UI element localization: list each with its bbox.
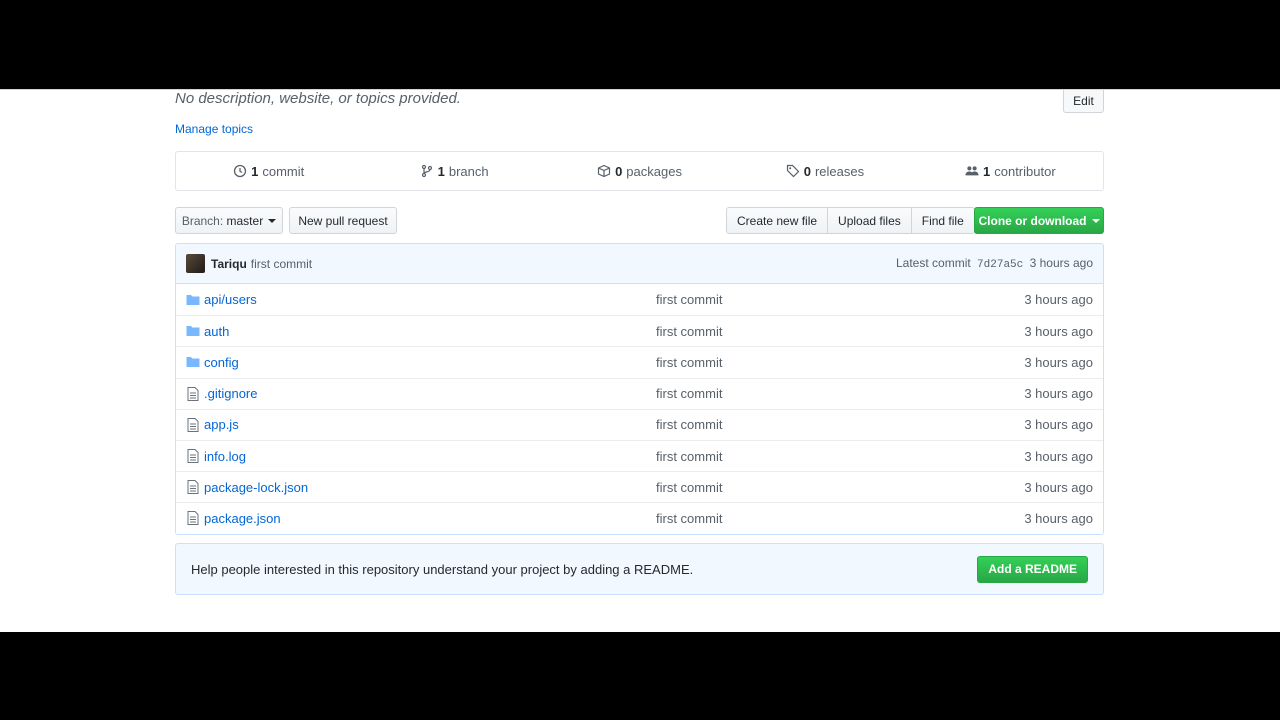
readme-prompt: Help people interested in this repositor… xyxy=(175,543,1104,595)
branch-select-button[interactable]: Branch: master xyxy=(175,207,283,234)
summary-releases-count: 0 xyxy=(803,163,811,179)
file-name-link[interactable]: auth xyxy=(204,324,229,339)
file-toolbar: Branch: master New pull request Create n… xyxy=(175,207,1104,234)
file-list: api/users first commit 3 hours ago auth firs… xyxy=(176,284,1103,534)
summary-branches[interactable]: 1 branch xyxy=(361,164,546,179)
file-commit-message[interactable]: first commit xyxy=(656,511,722,526)
latest-commit-bar: Tariqu first commit Latest commit 7d27a5… xyxy=(176,244,1103,284)
latest-commit-prefix: Latest commit xyxy=(896,256,971,270)
branch-icon xyxy=(421,164,432,178)
summary-contributors-label: contributor xyxy=(994,163,1056,179)
summary-releases[interactable]: 0 releases xyxy=(732,164,917,179)
file-commit-message[interactable]: first commit xyxy=(656,480,722,495)
folder-icon xyxy=(186,357,200,368)
file-icon xyxy=(187,449,199,464)
commit-author[interactable]: Tariqu xyxy=(211,257,247,271)
avatar[interactable] xyxy=(186,254,205,273)
find-file-button[interactable]: Find file xyxy=(911,208,974,233)
file-icon xyxy=(187,480,199,495)
upload-files-button[interactable]: Upload files xyxy=(828,208,912,233)
commit-sha[interactable]: 7d27a5c xyxy=(977,259,1023,271)
latest-commit-info: Latest commit 7d27a5c 3 hours ago xyxy=(896,256,1093,271)
clone-or-download-button[interactable]: Clone or download xyxy=(974,207,1104,234)
file-commit-age: 3 hours ago xyxy=(1024,417,1093,433)
table-row: info.log first commit 3 hours ago xyxy=(176,439,1103,472)
readme-prompt-text: Help people interested in this repositor… xyxy=(191,561,694,577)
file-commit-message[interactable]: first commit xyxy=(656,386,722,401)
summary-commits[interactable]: 1 commit xyxy=(176,164,361,179)
branch-label: Branch: xyxy=(181,213,224,228)
table-row: package-lock.json first commit 3 hours ago xyxy=(176,471,1103,503)
branch-value: master xyxy=(226,213,264,228)
table-row: app.js first commit 3 hours ago xyxy=(176,408,1103,440)
file-commit-age: 3 hours ago xyxy=(1024,354,1093,370)
file-name-link[interactable]: config xyxy=(204,355,239,370)
create-new-file-button[interactable]: Create new file xyxy=(727,208,829,233)
folder-icon xyxy=(186,294,200,305)
file-commit-age: 3 hours ago xyxy=(1024,510,1093,526)
file-commit-message[interactable]: first commit xyxy=(656,324,722,339)
table-row: auth first commit 3 hours ago xyxy=(176,315,1103,347)
file-icon xyxy=(187,511,199,526)
summary-branches-count: 1 xyxy=(437,163,445,179)
add-readme-button[interactable]: Add a README xyxy=(977,555,1088,583)
file-commit-age: 3 hours ago xyxy=(1024,386,1093,402)
file-commit-age: 3 hours ago xyxy=(1024,323,1093,339)
file-name-link[interactable]: package-lock.json xyxy=(204,480,308,495)
file-icon xyxy=(187,417,199,432)
file-commit-age: 3 hours ago xyxy=(1024,292,1093,308)
file-commit-message[interactable]: first commit xyxy=(656,355,722,370)
file-actions-group: Create new file Upload files Find file xyxy=(726,207,975,234)
history-icon xyxy=(233,164,247,178)
repo-summary-bar: 1 commit 1 branch 0 packages 0 releases … xyxy=(175,151,1104,191)
chevron-down-icon xyxy=(268,218,277,223)
new-pull-request-button[interactable]: New pull request xyxy=(289,207,397,234)
summary-contributors-count: 1 xyxy=(983,163,991,179)
summary-commits-label: commit xyxy=(262,163,305,179)
file-name-link[interactable]: package.json xyxy=(204,511,281,526)
repo-page: No description, website, or topics provi… xyxy=(0,90,1280,632)
file-table: Tariqu first commit Latest commit 7d27a5… xyxy=(175,243,1104,535)
tag-icon xyxy=(786,164,800,178)
folder-icon xyxy=(186,326,200,337)
file-name-link[interactable]: info.log xyxy=(204,449,246,464)
summary-commits-count: 1 xyxy=(251,163,259,179)
repo-description: No description, website, or topics provi… xyxy=(175,90,461,107)
file-commit-message[interactable]: first commit xyxy=(656,449,722,464)
commit-message[interactable]: first commit xyxy=(251,257,312,271)
summary-packages[interactable]: 0 packages xyxy=(547,164,732,179)
table-row: api/users first commit 3 hours ago xyxy=(176,284,1103,316)
summary-contributors[interactable]: 1 contributor xyxy=(918,164,1103,179)
file-commit-age: 3 hours ago xyxy=(1024,448,1093,464)
file-commit-age: 3 hours ago xyxy=(1024,479,1093,495)
package-icon xyxy=(597,164,611,178)
file-icon xyxy=(187,386,199,401)
summary-packages-count: 0 xyxy=(615,163,623,179)
chevron-down-icon xyxy=(1091,218,1100,223)
commit-age: 3 hours ago xyxy=(1029,256,1093,270)
manage-topics-link[interactable]: Manage topics xyxy=(175,122,253,136)
summary-branches-label: branch xyxy=(448,163,489,179)
file-commit-message[interactable]: first commit xyxy=(656,292,722,307)
summary-releases-label: releases xyxy=(814,163,865,179)
clone-or-download-label: Clone or download xyxy=(978,213,1087,228)
table-row: package.json first commit 3 hours ago xyxy=(176,502,1103,534)
file-name-link[interactable]: app.js xyxy=(204,417,239,432)
edit-description-button[interactable]: Edit xyxy=(1063,90,1104,113)
summary-packages-label: packages xyxy=(626,163,682,179)
file-commit-message[interactable]: first commit xyxy=(656,417,722,432)
file-name-link[interactable]: api/users xyxy=(204,292,257,307)
file-name-link[interactable]: .gitignore xyxy=(204,386,257,401)
people-icon xyxy=(965,166,979,176)
table-row: config first commit 3 hours ago xyxy=(176,346,1103,378)
table-row: .gitignore first commit 3 hours ago xyxy=(176,377,1103,409)
